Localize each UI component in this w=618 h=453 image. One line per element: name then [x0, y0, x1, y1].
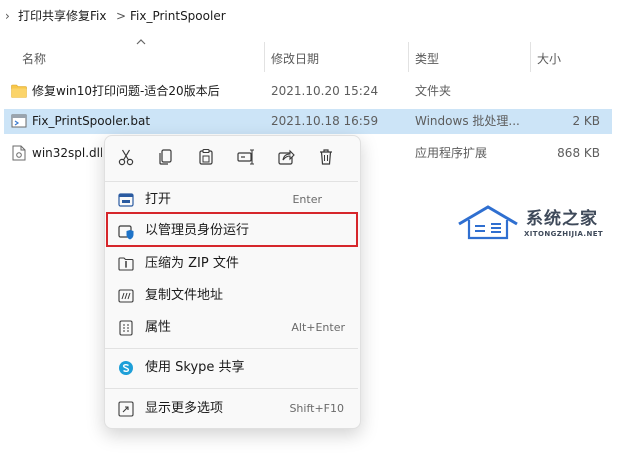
- menu-item-label: 复制文件地址: [145, 288, 224, 303]
- breadcrumb-item-current[interactable]: Fix_PrintSpooler: [130, 7, 226, 25]
- highlight-annotation-box: [106, 212, 358, 247]
- file-size: 2 KB: [572, 114, 600, 128]
- breadcrumb-separator: >: [116, 9, 127, 23]
- file-modified: 2021.10.18 16:59: [271, 114, 379, 128]
- watermark-title: 系统之家: [526, 209, 598, 229]
- share-icon[interactable]: [276, 147, 296, 167]
- cut-icon[interactable]: [116, 147, 136, 167]
- more-options-icon: [118, 401, 134, 417]
- file-row-folder[interactable]: 修复win10打印问题-适合20版本后 2021.10.20 15:24 文件夹: [4, 79, 612, 104]
- column-divider[interactable]: [530, 42, 531, 72]
- file-row-bat[interactable]: Fix_PrintSpooler.bat 2021.10.18 16:59 Wi…: [4, 109, 612, 134]
- file-name: Fix_PrintSpooler.bat: [32, 114, 151, 128]
- column-header-modified[interactable]: 修改日期: [271, 45, 319, 73]
- batch-file-icon: [11, 114, 27, 128]
- menu-item-label: 压缩为 ZIP 文件: [145, 256, 239, 271]
- menu-item-label: 打开: [145, 192, 172, 207]
- watermark-logo-icon: [458, 205, 518, 240]
- menu-item-label: 显示更多选项: [145, 401, 224, 416]
- copy-path-icon: [118, 289, 134, 303]
- folder-icon: [11, 84, 27, 98]
- column-divider[interactable]: [408, 42, 409, 72]
- watermark-subtitle: XITONGZHIJIA.NET: [524, 230, 604, 238]
- column-header-name[interactable]: 名称: [22, 45, 46, 73]
- column-header-type[interactable]: 类型: [415, 45, 439, 73]
- file-type: 文件夹: [415, 84, 452, 98]
- menu-item-shortcut: Shift+F10: [289, 402, 344, 415]
- column-divider[interactable]: [264, 42, 265, 72]
- sort-ascending-icon: [136, 39, 146, 45]
- menu-item-shortcut: Alt+Enter: [291, 321, 345, 334]
- menu-item-shortcut: Enter: [292, 193, 322, 206]
- file-size: 868 KB: [557, 146, 600, 160]
- skype-icon: [119, 361, 133, 375]
- paste-icon[interactable]: [196, 147, 216, 167]
- file-modified: 2021.10.20 15:24: [271, 84, 379, 98]
- menu-separator: [105, 181, 358, 182]
- zip-icon: [118, 257, 134, 271]
- context-menu: [104, 135, 361, 429]
- breadcrumb-item-parent[interactable]: 打印共享修复Fix: [18, 7, 106, 25]
- copy-icon[interactable]: [156, 147, 176, 167]
- menu-item-label: 使用 Skype 共享: [145, 360, 245, 375]
- rename-icon[interactable]: [236, 147, 256, 167]
- file-name: 修复win10打印问题-适合20版本后: [32, 84, 220, 98]
- menu-item-label: 属性: [145, 320, 172, 335]
- menu-separator: [105, 348, 358, 349]
- file-type: Windows 批处理...: [415, 114, 520, 128]
- breadcrumb-chevron-icon: ›: [5, 9, 10, 23]
- column-header-size[interactable]: 大小: [537, 45, 561, 73]
- delete-icon[interactable]: [316, 147, 336, 167]
- menu-separator: [105, 388, 358, 389]
- properties-icon: [119, 320, 133, 336]
- open-icon: [118, 193, 134, 207]
- file-type: 应用程序扩展: [415, 146, 488, 160]
- file-name: win32spl.dll: [32, 146, 102, 160]
- dll-file-icon: [12, 145, 26, 161]
